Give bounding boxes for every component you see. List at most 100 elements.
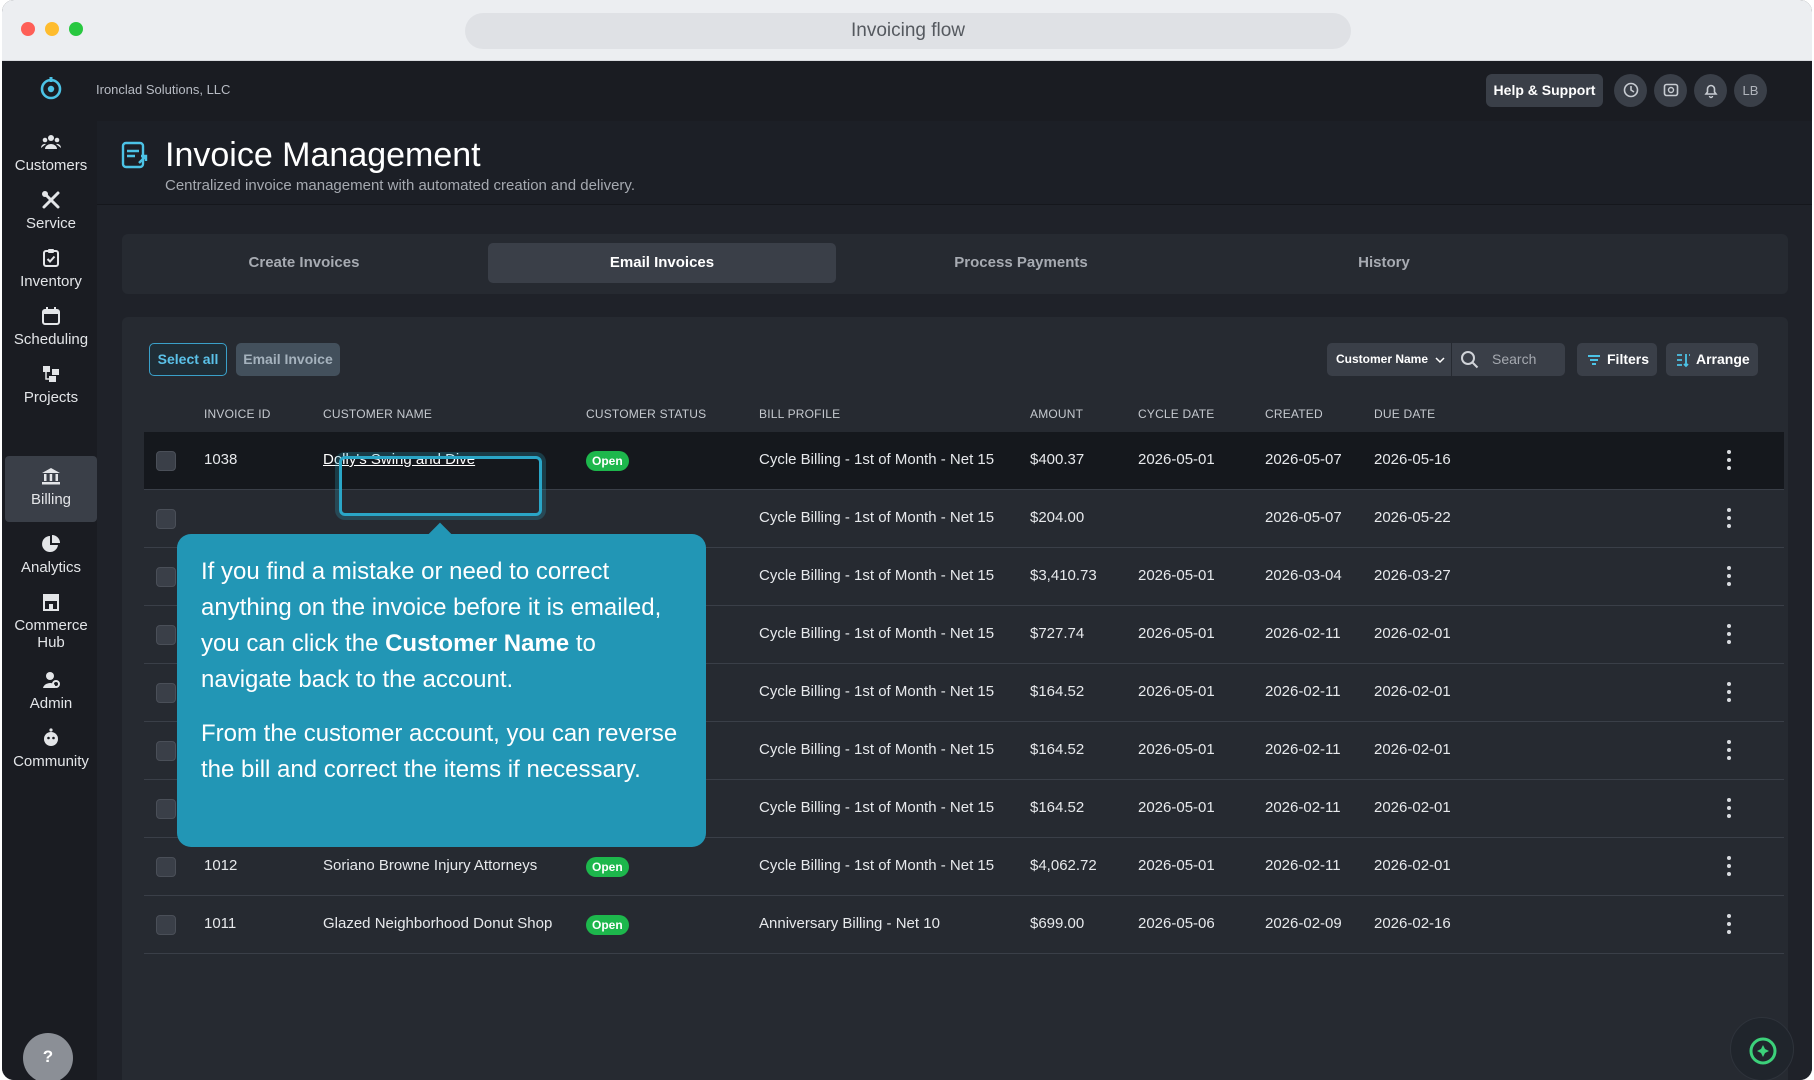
invoice-id-cell: 1011	[204, 915, 237, 932]
close-window-button[interactable]	[21, 22, 35, 36]
arrange-button[interactable]: Arrange	[1666, 343, 1758, 376]
column-header[interactable]: INVOICE ID	[204, 407, 271, 421]
column-header[interactable]: CUSTOMER NAME	[323, 407, 432, 421]
kebab-dot	[1727, 872, 1731, 876]
more-options-icon[interactable]	[1726, 624, 1732, 646]
projects-icon	[43, 366, 59, 382]
column-header[interactable]: AMOUNT	[1030, 407, 1083, 421]
sidebar-item-commerce-hub[interactable]: Commerce Hub	[5, 591, 97, 667]
row-checkbox[interactable]	[156, 509, 176, 529]
users-icon	[40, 135, 62, 149]
more-options-icon[interactable]	[1726, 914, 1732, 936]
kebab-dot	[1727, 690, 1731, 694]
created-date-cell: 2026-02-11	[1265, 857, 1341, 874]
bill-profile-cell: Cycle Billing - 1st of Month - Net 15	[759, 683, 995, 700]
screenshot-icon[interactable]	[1654, 74, 1687, 107]
column-header[interactable]: CYCLE DATE	[1138, 407, 1214, 421]
history-icon[interactable]	[1614, 74, 1647, 107]
sidebar-item-label: Projects	[23, 389, 79, 406]
table-header: INVOICE ID CUSTOMER NAME CUSTOMER STATUS…	[144, 389, 1784, 436]
more-options-icon[interactable]	[1726, 508, 1732, 530]
sidebar-item-scheduling[interactable]: Scheduling	[5, 305, 97, 361]
kebab-dot	[1727, 922, 1731, 926]
row-checkbox[interactable]	[156, 567, 176, 587]
due-date-cell: 2026-03-27	[1374, 567, 1451, 584]
created-date-cell: 2026-05-07	[1265, 509, 1342, 526]
kebab-dot	[1727, 566, 1731, 570]
row-checkbox[interactable]	[156, 857, 176, 877]
help-support-button[interactable]: Help & Support	[1486, 74, 1603, 107]
clipboard-icon	[43, 249, 59, 267]
more-options-icon[interactable]	[1726, 740, 1732, 762]
more-options-icon[interactable]	[1726, 566, 1732, 588]
kebab-dot	[1727, 856, 1731, 860]
customer-name-link[interactable]: Soriano Browne Injury Attorneys	[323, 857, 537, 874]
select-all-button[interactable]: Select all	[149, 343, 227, 376]
kebab-dot	[1727, 582, 1731, 586]
row-checkbox[interactable]	[156, 915, 176, 935]
more-options-icon[interactable]	[1726, 798, 1732, 820]
tab-create-invoices[interactable]: Create Invoices	[122, 243, 486, 283]
status-badge: Open	[586, 915, 629, 935]
tab-history[interactable]: History	[1206, 243, 1562, 283]
user-avatar[interactable]: LB	[1734, 74, 1767, 107]
kebab-dot	[1727, 748, 1731, 752]
sidebar-item-projects[interactable]: Projects	[5, 363, 97, 419]
search-field-select[interactable]: Customer Name	[1327, 343, 1451, 376]
kebab-dot	[1727, 458, 1731, 462]
bell-icon[interactable]	[1694, 74, 1727, 107]
maximize-window-button[interactable]	[69, 22, 83, 36]
bill-profile-cell: Cycle Billing - 1st of Month - Net 15	[759, 799, 995, 816]
tab-email-invoices[interactable]: Email Invoices	[488, 243, 836, 283]
more-options-icon[interactable]	[1726, 450, 1732, 472]
column-header[interactable]: CREATED	[1265, 407, 1323, 421]
invoice-id-cell: 1012	[204, 857, 238, 874]
sidebar-item-label: Community	[13, 753, 89, 770]
table-row[interactable]: 1011 Glazed Neighborhood Donut Shop Open An…	[144, 896, 1784, 954]
sidebar-item-customers[interactable]: Customers	[5, 131, 97, 187]
row-checkbox[interactable]	[156, 625, 176, 645]
customer-name-link[interactable]: Glazed Neighborhood Donut Shop	[323, 915, 552, 932]
filters-button[interactable]: Filters	[1577, 343, 1657, 376]
due-date-cell: 2026-02-01	[1374, 683, 1451, 700]
sidebar-item-community[interactable]: Community	[5, 727, 97, 783]
arrange-icon	[1677, 354, 1690, 368]
minimize-window-button[interactable]	[45, 22, 59, 36]
row-checkbox[interactable]	[156, 683, 176, 703]
due-date-cell: 2026-02-01	[1374, 625, 1451, 642]
row-checkbox[interactable]	[156, 741, 176, 761]
assistant-button[interactable]	[1730, 1017, 1794, 1080]
sidebar-item-service[interactable]: Service	[5, 189, 97, 245]
created-date-cell: 2026-02-09	[1265, 915, 1342, 932]
sidebar-item-admin[interactable]: Admin	[5, 669, 97, 725]
tab-process-payments[interactable]: Process Payments	[844, 243, 1198, 283]
bank-icon	[42, 468, 60, 485]
sidebar-item-billing[interactable]: Billing	[5, 456, 97, 522]
email-invoice-button[interactable]: Email Invoice	[236, 343, 340, 376]
assistant-sparkle-icon	[1749, 1037, 1777, 1065]
cycle-date-cell: 2026-05-01	[1138, 451, 1215, 468]
row-checkbox[interactable]	[156, 451, 176, 471]
address-bar[interactable]: Invoicing flow	[465, 13, 1351, 49]
app-logo-icon[interactable]	[38, 75, 64, 101]
more-options-icon[interactable]	[1726, 856, 1732, 878]
tools-icon	[42, 191, 60, 209]
created-date-cell: 2026-02-11	[1265, 683, 1341, 700]
created-date-cell: 2026-05-07	[1265, 451, 1342, 468]
column-header[interactable]: DUE DATE	[1374, 407, 1435, 421]
more-options-icon[interactable]	[1726, 682, 1732, 704]
customer-name-highlight	[339, 456, 542, 516]
search-icon	[1461, 351, 1479, 369]
column-header[interactable]: BILL PROFILE	[759, 407, 840, 421]
column-header[interactable]: CUSTOMER STATUS	[586, 407, 706, 421]
chevron-down-icon	[1435, 357, 1445, 364]
amount-cell: $164.52	[1030, 683, 1085, 700]
sidebar-item-analytics[interactable]: Analytics	[5, 533, 97, 589]
row-checkbox[interactable]	[156, 799, 176, 819]
bill-profile-cell: Cycle Billing - 1st of Month - Net 15	[759, 451, 995, 468]
sidebar-item-inventory[interactable]: Inventory	[5, 247, 97, 303]
created-date-cell: 2026-02-11	[1265, 799, 1341, 816]
help-question-icon[interactable]: ?	[23, 1033, 73, 1080]
bill-profile-cell: Cycle Billing - 1st of Month - Net 15	[759, 741, 995, 758]
amount-cell: $164.52	[1030, 741, 1085, 758]
